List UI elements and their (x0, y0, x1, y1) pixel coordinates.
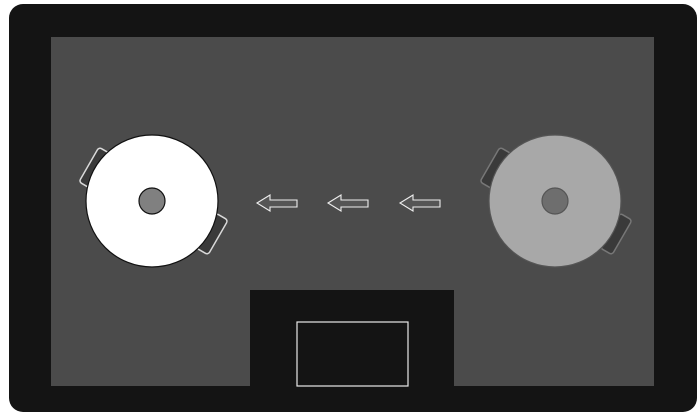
control-notch (250, 290, 454, 390)
pan-right-knob (541, 187, 569, 215)
pan-left-knob (138, 187, 166, 215)
induction-hob-diagram (9, 4, 697, 412)
